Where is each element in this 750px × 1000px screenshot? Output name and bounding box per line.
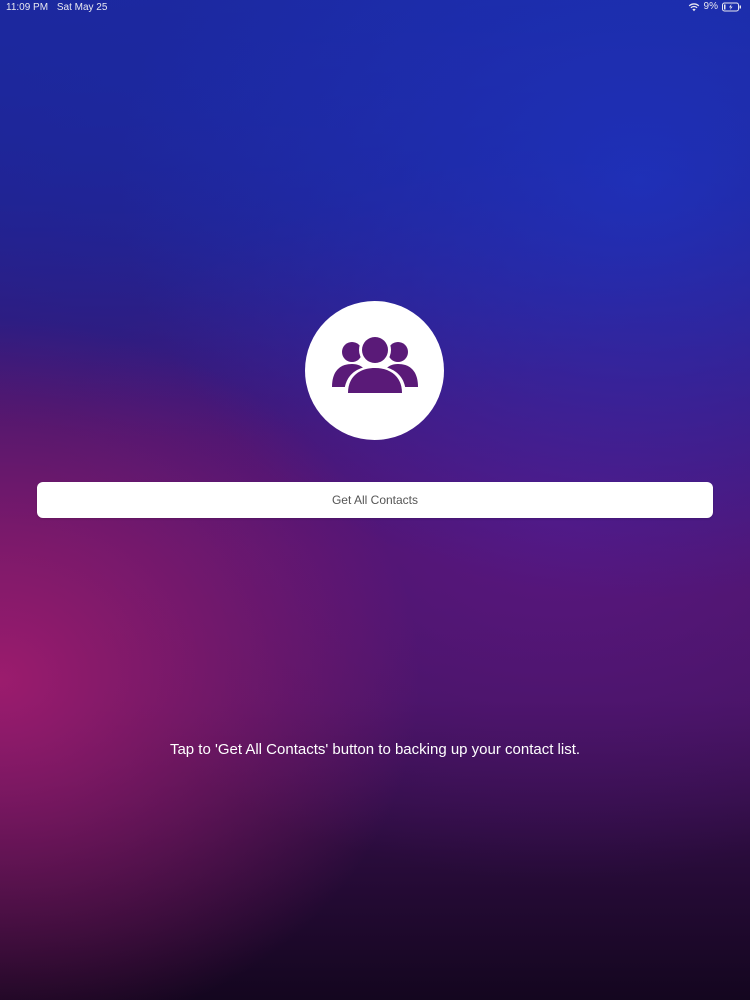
instruction-text: Tap to 'Get All Contacts' button to back… xyxy=(169,741,581,758)
battery-percent: 9% xyxy=(703,1,718,12)
app-logo xyxy=(305,301,444,440)
status-time: 11:09 PM xyxy=(6,2,49,13)
get-all-contacts-button[interactable]: Get All Contacts xyxy=(37,482,713,518)
get-all-contacts-label: Get All Contacts xyxy=(331,493,419,507)
wifi-icon xyxy=(688,2,700,12)
status-date: Sat May 25 xyxy=(56,2,108,13)
status-left: 11:09 PM Sat May 25 xyxy=(6,2,113,13)
contacts-group-icon xyxy=(330,333,420,408)
status-right: 9% xyxy=(688,1,742,12)
battery-charging-icon xyxy=(722,2,742,12)
status-bar: 11:09 PM Sat May 25 9% xyxy=(0,0,750,16)
